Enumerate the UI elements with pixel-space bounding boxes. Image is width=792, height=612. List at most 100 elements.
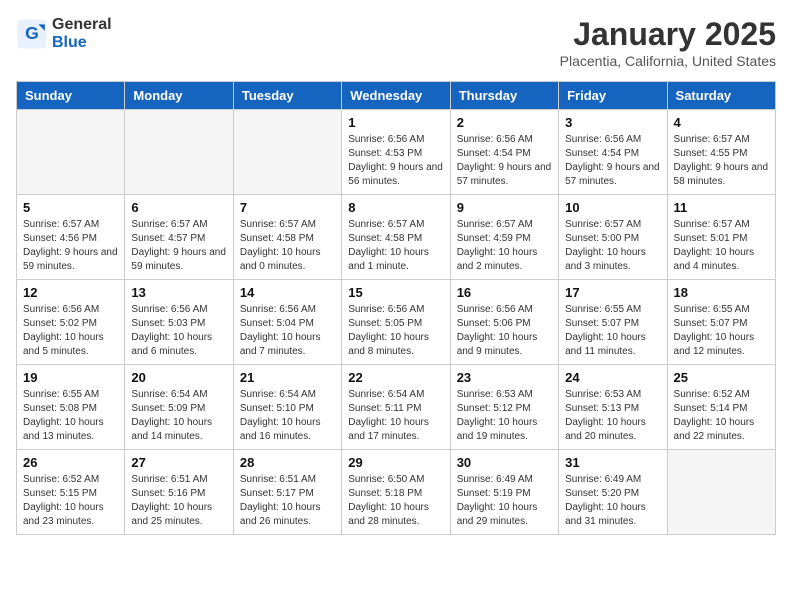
calendar-cell: 22 Sunrise: 6:54 AM Sunset: 5:11 PM Dayli… <box>342 365 450 450</box>
col-header-tuesday: Tuesday <box>233 82 341 110</box>
day-number: 15 <box>348 285 443 300</box>
calendar-cell: 3 Sunrise: 6:56 AM Sunset: 4:54 PM Daylig… <box>559 110 667 195</box>
calendar-cell: 2 Sunrise: 6:56 AM Sunset: 4:54 PM Daylig… <box>450 110 558 195</box>
day-info: Sunrise: 6:56 AM Sunset: 5:02 PM Dayligh… <box>23 303 118 359</box>
day-info: Sunrise: 6:55 AM Sunset: 5:07 PM Dayligh… <box>674 303 769 359</box>
day-number: 9 <box>457 200 552 215</box>
day-info: Sunrise: 6:49 AM Sunset: 5:20 PM Dayligh… <box>565 473 660 529</box>
day-info: Sunrise: 6:57 AM Sunset: 4:58 PM Dayligh… <box>348 218 443 274</box>
logo-general-text: General <box>52 16 112 34</box>
calendar-cell <box>125 110 233 195</box>
calendar-cell: 20Sunrise: 6:54 AM Sunset: 5:09 PM Dayli… <box>125 365 233 450</box>
day-info: Sunrise: 6:56 AM Sunset: 5:03 PM Dayligh… <box>131 303 226 359</box>
day-number: 18 <box>674 285 769 300</box>
day-info: Sunrise: 6:57 AM Sunset: 5:01 PM Dayligh… <box>674 218 769 274</box>
day-number: 19 <box>23 370 118 385</box>
day-info: Sunrise: 6:57 AM Sunset: 4:58 PM Dayligh… <box>240 218 335 274</box>
location-text: Placentia, California, United States <box>560 53 776 69</box>
day-info: Sunrise: 6:56 AM Sunset: 4:53 PM Dayligh… <box>348 133 443 189</box>
logo: G General Blue <box>16 16 112 53</box>
day-info: Sunrise: 6:57 AM Sunset: 4:59 PM Dayligh… <box>457 218 552 274</box>
day-number: 22 <box>348 370 443 385</box>
calendar-cell: 9 Sunrise: 6:57 AM Sunset: 4:59 PM Daylig… <box>450 195 558 280</box>
calendar-table: SundayMondayTuesdayWednesdayThursdayFrid… <box>16 81 776 535</box>
day-number: 3 <box>565 115 660 130</box>
day-number: 4 <box>674 115 769 130</box>
day-info: Sunrise: 6:52 AM Sunset: 5:15 PM Dayligh… <box>23 473 118 529</box>
day-number: 7 <box>240 200 335 215</box>
logo-icon: G <box>16 18 48 50</box>
week-row-4: 19 Sunrise: 6:55 AM Sunset: 5:08 PM Dayli… <box>17 365 776 450</box>
day-number: 30 <box>457 455 552 470</box>
page-header: G General Blue January 2025 Placentia, C… <box>16 16 776 69</box>
calendar-cell: 26 Sunrise: 6:52 AM Sunset: 5:15 PM Dayli… <box>17 450 125 535</box>
calendar-cell: 17 Sunrise: 6:55 AM Sunset: 5:07 PM Dayli… <box>559 280 667 365</box>
day-number: 29 <box>348 455 443 470</box>
day-number: 27 <box>131 455 226 470</box>
day-number: 2 <box>457 115 552 130</box>
day-info: Sunrise: 6:57 AM Sunset: 4:56 PM Dayligh… <box>23 218 118 274</box>
day-number: 1 <box>348 115 443 130</box>
calendar-cell: 31 Sunrise: 6:49 AM Sunset: 5:20 PM Dayli… <box>559 450 667 535</box>
day-info: Sunrise: 6:56 AM Sunset: 4:54 PM Dayligh… <box>457 133 552 189</box>
col-header-thursday: Thursday <box>450 82 558 110</box>
col-header-wednesday: Wednesday <box>342 82 450 110</box>
col-header-monday: Monday <box>125 82 233 110</box>
week-row-1: 1 Sunrise: 6:56 AM Sunset: 4:53 PM Daylig… <box>17 110 776 195</box>
calendar-cell: 11 Sunrise: 6:57 AM Sunset: 5:01 PM Dayli… <box>667 195 775 280</box>
day-info: Sunrise: 6:51 AM Sunset: 5:17 PM Dayligh… <box>240 473 335 529</box>
day-number: 25 <box>674 370 769 385</box>
calendar-cell: 24Sunrise: 6:53 AM Sunset: 5:13 PM Dayli… <box>559 365 667 450</box>
calendar-cell: 5 Sunrise: 6:57 AM Sunset: 4:56 PM Daylig… <box>17 195 125 280</box>
calendar-cell: 1 Sunrise: 6:56 AM Sunset: 4:53 PM Daylig… <box>342 110 450 195</box>
day-number: 8 <box>348 200 443 215</box>
calendar-cell: 29 Sunrise: 6:50 AM Sunset: 5:18 PM Dayli… <box>342 450 450 535</box>
day-number: 13 <box>131 285 226 300</box>
calendar-cell <box>233 110 341 195</box>
col-header-saturday: Saturday <box>667 82 775 110</box>
calendar-cell: 10 Sunrise: 6:57 AM Sunset: 5:00 PM Dayli… <box>559 195 667 280</box>
calendar-cell <box>667 450 775 535</box>
day-info: Sunrise: 6:56 AM Sunset: 5:04 PM Dayligh… <box>240 303 335 359</box>
day-info: Sunrise: 6:50 AM Sunset: 5:18 PM Dayligh… <box>348 473 443 529</box>
month-title: January 2025 <box>560 16 776 53</box>
svg-text:G: G <box>25 23 39 43</box>
calendar-cell: 27Sunrise: 6:51 AM Sunset: 5:16 PM Dayli… <box>125 450 233 535</box>
day-info: Sunrise: 6:56 AM Sunset: 5:05 PM Dayligh… <box>348 303 443 359</box>
day-number: 17 <box>565 285 660 300</box>
day-info: Sunrise: 6:57 AM Sunset: 5:00 PM Dayligh… <box>565 218 660 274</box>
day-info: Sunrise: 6:57 AM Sunset: 4:55 PM Dayligh… <box>674 133 769 189</box>
day-info: Sunrise: 6:56 AM Sunset: 5:06 PM Dayligh… <box>457 303 552 359</box>
day-info: Sunrise: 6:55 AM Sunset: 5:08 PM Dayligh… <box>23 388 118 444</box>
day-number: 26 <box>23 455 118 470</box>
week-row-2: 5 Sunrise: 6:57 AM Sunset: 4:56 PM Daylig… <box>17 195 776 280</box>
calendar-cell: 13 Sunrise: 6:56 AM Sunset: 5:03 PM Dayli… <box>125 280 233 365</box>
calendar-cell: 25Sunrise: 6:52 AM Sunset: 5:14 PM Dayli… <box>667 365 775 450</box>
day-number: 5 <box>23 200 118 215</box>
day-info: Sunrise: 6:53 AM Sunset: 5:13 PM Dayligh… <box>565 388 660 444</box>
col-header-sunday: Sunday <box>17 82 125 110</box>
day-number: 11 <box>674 200 769 215</box>
title-section: January 2025 Placentia, California, Unit… <box>560 16 776 69</box>
calendar-cell: 18 Sunrise: 6:55 AM Sunset: 5:07 PM Dayli… <box>667 280 775 365</box>
calendar-cell: 7 Sunrise: 6:57 AM Sunset: 4:58 PM Daylig… <box>233 195 341 280</box>
day-info: Sunrise: 6:54 AM Sunset: 5:11 PM Dayligh… <box>348 388 443 444</box>
day-number: 23 <box>457 370 552 385</box>
day-number: 10 <box>565 200 660 215</box>
day-number: 12 <box>23 285 118 300</box>
calendar-cell: 14Sunrise: 6:56 AM Sunset: 5:04 PM Dayli… <box>233 280 341 365</box>
calendar-cell: 8 Sunrise: 6:57 AM Sunset: 4:58 PM Daylig… <box>342 195 450 280</box>
day-number: 31 <box>565 455 660 470</box>
day-info: Sunrise: 6:56 AM Sunset: 4:54 PM Dayligh… <box>565 133 660 189</box>
day-number: 21 <box>240 370 335 385</box>
logo-blue-text: Blue <box>52 34 112 52</box>
calendar-cell <box>17 110 125 195</box>
calendar-cell: 21Sunrise: 6:54 AM Sunset: 5:10 PM Dayli… <box>233 365 341 450</box>
day-info: Sunrise: 6:54 AM Sunset: 5:09 PM Dayligh… <box>131 388 226 444</box>
day-number: 16 <box>457 285 552 300</box>
calendar-cell: 19 Sunrise: 6:55 AM Sunset: 5:08 PM Dayli… <box>17 365 125 450</box>
day-info: Sunrise: 6:55 AM Sunset: 5:07 PM Dayligh… <box>565 303 660 359</box>
week-row-5: 26 Sunrise: 6:52 AM Sunset: 5:15 PM Dayli… <box>17 450 776 535</box>
calendar-cell: 12 Sunrise: 6:56 AM Sunset: 5:02 PM Dayli… <box>17 280 125 365</box>
day-number: 28 <box>240 455 335 470</box>
